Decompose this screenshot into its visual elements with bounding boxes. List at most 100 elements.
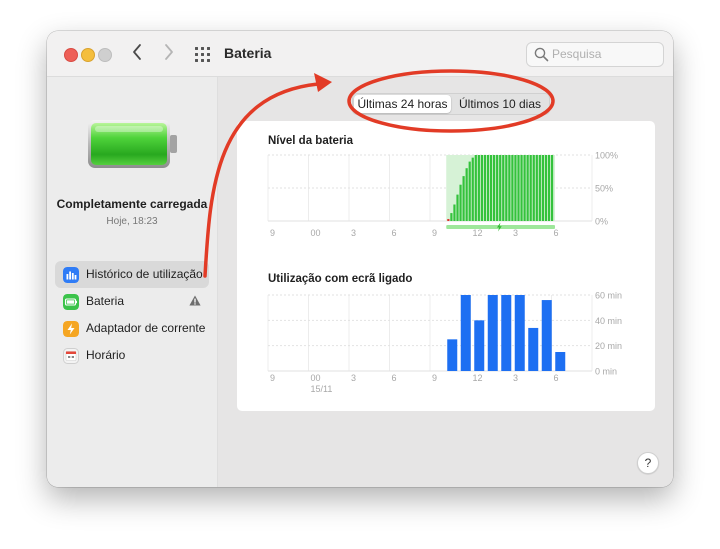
x-tick-label: 3: [351, 373, 356, 383]
screen-usage-chart-title: Utilização com ecrã ligado: [268, 273, 413, 285]
battery-level-bar: [502, 155, 505, 221]
battery-level-bar: [462, 176, 465, 221]
battery-level-bar: [459, 184, 462, 221]
battery-level-bar: [544, 155, 548, 221]
sidebar-item-label: Bateria: [86, 294, 125, 308]
battery-level-bar: [541, 155, 544, 221]
battery-level-bar: [483, 155, 487, 221]
battery-level-bar: [477, 155, 480, 221]
x-tick-label: 12: [473, 228, 483, 238]
battery-level-bar: [499, 155, 502, 221]
battery-level-bar: [480, 155, 483, 221]
battery-icon: [63, 294, 79, 310]
x-tick-label: 00: [311, 228, 321, 238]
search-input[interactable]: [552, 46, 656, 62]
tab-last-24-hours[interactable]: Últimas 24 horas: [354, 95, 451, 113]
minimize-button[interactable]: [81, 48, 95, 62]
zoom-button[interactable]: [98, 48, 112, 62]
x-tick-label: 6: [554, 228, 559, 238]
back-button[interactable]: [131, 42, 143, 66]
x-tick-label: 9: [432, 373, 437, 383]
screen-usage-bar: [541, 300, 552, 371]
screen-usage-bar: [460, 295, 471, 371]
battery-level-bar: [474, 155, 477, 221]
screen-usage-chart: 60 min 40 min 20 min 0 min 9 00 3 6 9 12 3 6 15/11: [267, 291, 622, 394]
battery-level-bar: [526, 155, 529, 221]
forward-button[interactable]: [163, 42, 175, 66]
battery-level-bar: [447, 219, 450, 221]
y-tick-label: 60 min: [595, 291, 622, 301]
battery-level-bar: [511, 155, 514, 221]
main-panel: Últimas 24 horas Últimos 10 dias Nível d…: [218, 77, 673, 487]
battery-level-bar: [493, 155, 496, 221]
sidebar-item-label: Adaptador de corrente: [86, 321, 206, 335]
sidebar-item-label: Horário: [86, 348, 126, 362]
search-field[interactable]: [526, 42, 664, 67]
x-tick-label: 6: [392, 373, 397, 383]
battery-level-bar: [489, 155, 493, 221]
battery-level-bar: [532, 155, 535, 221]
help-button[interactable]: ?: [637, 452, 659, 474]
sidebar-item-power-adapter[interactable]: Adaptador de corrente: [55, 315, 209, 342]
battery-full-icon: [88, 120, 177, 168]
battery-level-bar: [453, 204, 456, 221]
y-tick-label: 20 min: [595, 341, 622, 351]
battery-level-bar: [496, 155, 499, 221]
battery-level-bar: [505, 155, 508, 221]
screen-usage-bar: [447, 339, 458, 371]
battery-level-bar: [523, 155, 526, 221]
battery-level-chart: 100% 50% 0% 9 00 3 6 9 12 3 6: [267, 151, 618, 238]
y-tick-label: 40 min: [595, 316, 622, 326]
battery-level-bar: [535, 155, 538, 221]
battery-level-bar: [486, 155, 490, 221]
warning-icon: [189, 295, 201, 306]
charts-card: Nível da bateria 100% 50% 0% 9 00 3 6 9 12 3 6 Uti…: [237, 121, 655, 411]
battery-level-bar: [538, 155, 541, 221]
period-segmented-control: Últimas 24 horas Últimos 10 dias: [352, 93, 550, 115]
battery-level-bar: [514, 155, 517, 221]
x-tick-label: 6: [554, 373, 559, 383]
screen-usage-bar: [487, 295, 498, 371]
x-tick-label: 6: [392, 228, 397, 238]
x-tick-label: 12: [473, 373, 483, 383]
battery-level-bar: [550, 155, 554, 221]
bar-chart-icon: [63, 267, 79, 283]
battery-level-bar: [517, 155, 520, 221]
battery-level-bar: [465, 168, 468, 221]
sidebar-item-schedule[interactable]: Horário: [55, 342, 209, 369]
system-preferences-window: Bateria Completamente carregad: [47, 31, 673, 487]
bolt-icon: [63, 321, 79, 337]
battery-status-title: Completamente carregada: [56, 197, 208, 211]
screen-usage-bar: [555, 352, 566, 371]
battery-level-bar: [471, 157, 474, 221]
close-button[interactable]: [64, 48, 78, 62]
tab-last-10-days[interactable]: Últimos 10 dias: [452, 95, 548, 113]
sidebar-menu: Histórico de utilização Bateria Adaptado…: [55, 261, 209, 369]
battery-level-bar: [529, 155, 532, 221]
y-tick-label: 50%: [595, 184, 613, 194]
battery-level-bar: [456, 194, 459, 221]
chevron-right-icon: [165, 44, 173, 60]
y-tick-label: 0 min: [595, 367, 617, 377]
y-tick-label: 0%: [595, 217, 608, 227]
x-tick-label: 9: [270, 373, 275, 383]
window-title: Bateria: [224, 45, 272, 61]
charging-bolt-icon: [496, 222, 502, 232]
battery-level-chart-title: Nível da bateria: [268, 135, 354, 147]
battery-status-time: Hoje, 18:23: [106, 216, 158, 227]
screen-usage-bar: [474, 320, 485, 371]
show-all-grid-icon[interactable]: [195, 47, 210, 62]
screen-usage-bar: [528, 327, 539, 371]
x-tick-label: 3: [351, 228, 356, 238]
sidebar-item-battery[interactable]: Bateria: [55, 288, 209, 315]
battery-level-bar: [508, 155, 511, 221]
chevron-left-icon: [133, 44, 141, 60]
sidebar: Completamente carregada Hoje, 18:23 Hist…: [47, 77, 218, 487]
x-tick-label: 3: [513, 373, 518, 383]
x-tick-label: 9: [270, 228, 275, 238]
battery-level-bar: [468, 161, 471, 221]
sidebar-item-usage-history[interactable]: Histórico de utilização: [55, 261, 209, 288]
x-date-label: 15/11: [311, 384, 333, 394]
x-tick-label: 9: [432, 228, 437, 238]
sidebar-item-label: Histórico de utilização: [86, 267, 203, 281]
